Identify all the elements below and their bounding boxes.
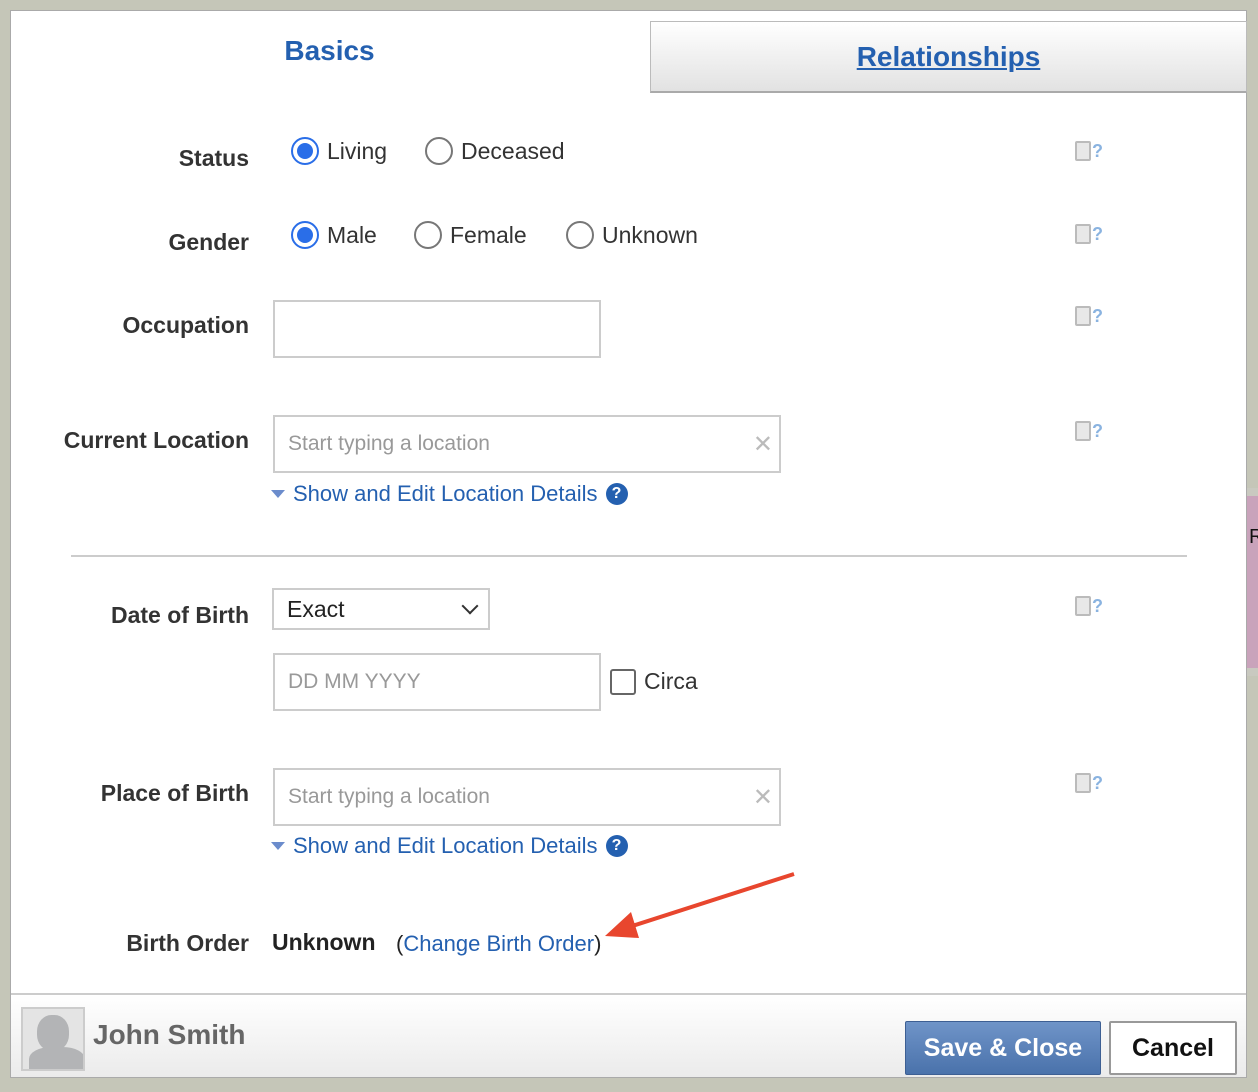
help-circle-icon[interactable]: ? bbox=[605, 835, 628, 857]
field-help-icon[interactable]: ? bbox=[1074, 141, 1103, 162]
help-mark: ? bbox=[1092, 596, 1103, 616]
note-help-icon bbox=[1075, 141, 1091, 161]
field-help-icon[interactable]: ? bbox=[1074, 421, 1103, 442]
cancel-button[interactable]: Cancel bbox=[1109, 1021, 1237, 1075]
radio-label: Unknown bbox=[602, 221, 698, 248]
select-value: Exact bbox=[287, 595, 345, 622]
radio-label: Deceased bbox=[461, 137, 565, 164]
occupation-label: Occupation bbox=[122, 312, 249, 338]
help-mark: ? bbox=[1092, 773, 1103, 793]
help-mark: ? bbox=[1092, 141, 1103, 161]
status-label: Status bbox=[178, 145, 249, 171]
current-location-input[interactable]: Start typing a location ✕ bbox=[273, 415, 781, 473]
gender-label: Gender bbox=[168, 229, 249, 255]
note-help-icon bbox=[1075, 773, 1091, 793]
background-panel-letter: R bbox=[1249, 526, 1258, 548]
gender-unknown-radio[interactable]: Unknown bbox=[566, 221, 698, 249]
tab-relationships[interactable]: Relationships bbox=[650, 21, 1247, 93]
tab-basics[interactable]: Basics bbox=[11, 11, 648, 91]
field-help-icon[interactable]: ? bbox=[1074, 596, 1103, 617]
help-mark: ? bbox=[1092, 306, 1103, 326]
radio-label: Female bbox=[450, 221, 527, 248]
birth-order-value: Unknown bbox=[272, 929, 376, 955]
radio-label: Male bbox=[327, 221, 377, 248]
status-deceased-radio[interactable]: Deceased bbox=[425, 137, 565, 165]
field-help-icon[interactable]: ? bbox=[1074, 224, 1103, 245]
field-help-icon[interactable]: ? bbox=[1074, 306, 1103, 327]
chevron-down-icon bbox=[461, 597, 479, 615]
radio-unchecked[interactable] bbox=[414, 221, 442, 249]
avatar bbox=[21, 1007, 85, 1071]
note-help-icon bbox=[1075, 306, 1091, 326]
help-mark: ? bbox=[1092, 224, 1103, 244]
place-of-birth-details-link[interactable]: Show and Edit Location Details? bbox=[271, 833, 628, 859]
birth-order-label: Birth Order bbox=[126, 930, 249, 956]
place-of-birth-label: Place of Birth bbox=[100, 780, 249, 806]
checkbox[interactable] bbox=[610, 668, 636, 695]
radio-label: Living bbox=[327, 137, 388, 164]
gender-female-radio[interactable]: Female bbox=[414, 221, 527, 249]
place-of-birth-input[interactable]: Start typing a location ✕ bbox=[273, 768, 781, 826]
placeholder: DD MM YYYY bbox=[288, 670, 421, 693]
occupation-input[interactable] bbox=[273, 300, 601, 358]
triangle-down-icon bbox=[271, 842, 285, 850]
change-birth-order-link[interactable]: Change Birth Order bbox=[403, 931, 594, 956]
note-help-icon bbox=[1075, 596, 1091, 616]
current-location-label: Current Location bbox=[63, 427, 249, 453]
placeholder: Start typing a location bbox=[288, 785, 490, 808]
help-circle-icon[interactable]: ? bbox=[605, 483, 628, 505]
edit-person-dialog: Basics Relationships Status Living Decea… bbox=[10, 10, 1247, 1078]
gender-male-radio[interactable]: Male bbox=[291, 221, 377, 249]
clear-icon[interactable]: ✕ bbox=[753, 430, 773, 459]
date-of-birth-input[interactable]: DD MM YYYY bbox=[273, 653, 601, 711]
divider bbox=[71, 555, 1187, 557]
radio-checked[interactable] bbox=[291, 137, 319, 165]
birth-order-change: (Change Birth Order) bbox=[396, 931, 601, 957]
triangle-down-icon bbox=[271, 490, 285, 498]
background-panel: R bbox=[1247, 488, 1258, 676]
field-help-icon[interactable]: ? bbox=[1074, 773, 1103, 794]
person-name: John Smith bbox=[93, 1019, 246, 1050]
radio-unchecked[interactable] bbox=[566, 221, 594, 249]
dialog-footer: John Smith Save & Close Cancel bbox=[11, 993, 1246, 1077]
date-of-birth-label: Date of Birth bbox=[111, 602, 249, 628]
radio-checked[interactable] bbox=[291, 221, 319, 249]
link-text: Show and Edit Location Details bbox=[293, 481, 598, 506]
circa-checkbox[interactable]: Circa bbox=[610, 668, 698, 695]
link-text: Show and Edit Location Details bbox=[293, 833, 598, 858]
date-type-select[interactable]: Exact bbox=[272, 588, 490, 630]
note-help-icon bbox=[1075, 224, 1091, 244]
help-mark: ? bbox=[1092, 421, 1103, 441]
annotation-arrow-icon bbox=[605, 872, 795, 938]
current-location-details-link[interactable]: Show and Edit Location Details? bbox=[271, 481, 628, 507]
note-help-icon bbox=[1075, 421, 1091, 441]
clear-icon[interactable]: ✕ bbox=[753, 783, 773, 812]
checkbox-label: Circa bbox=[644, 668, 698, 694]
save-close-button[interactable]: Save & Close bbox=[905, 1021, 1101, 1075]
status-living-radio[interactable]: Living bbox=[291, 137, 387, 165]
placeholder: Start typing a location bbox=[288, 432, 490, 455]
radio-unchecked[interactable] bbox=[425, 137, 453, 165]
